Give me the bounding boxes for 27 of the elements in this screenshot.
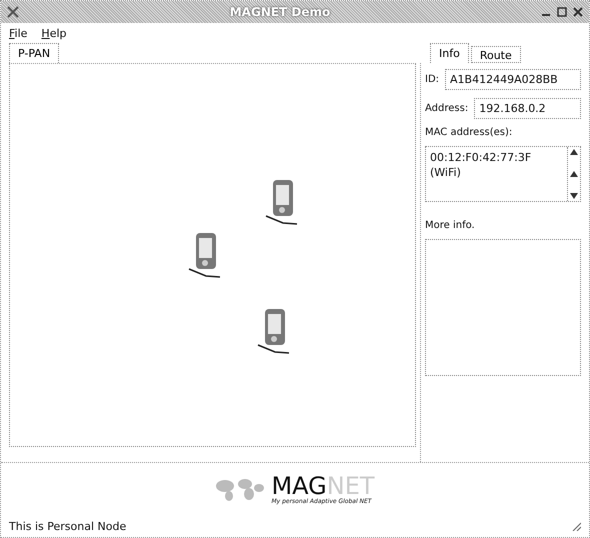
maximize-icon[interactable]	[557, 7, 567, 17]
tab[interactable]: Route	[470, 46, 521, 63]
menu-item[interactable]: Help	[41, 26, 67, 40]
window-title: MAGNET Demo	[230, 5, 330, 19]
handheld-device-icon[interactable]	[257, 308, 292, 354]
id-label: ID:	[425, 74, 440, 85]
tab[interactable]: Info	[430, 43, 469, 63]
address-field[interactable]: 192.168.0.2	[474, 98, 581, 119]
handheld-device-icon[interactable]	[265, 178, 300, 225]
address-label: Address:	[425, 103, 468, 114]
scroll-up-icon[interactable]	[570, 171, 578, 177]
menu-item[interactable]: File	[9, 26, 28, 40]
scroll-down-icon[interactable]	[570, 193, 578, 199]
resize-grip-icon[interactable]	[571, 521, 581, 531]
mac-label: MAC address(es):	[425, 127, 514, 138]
tab[interactable]: P-PAN	[9, 43, 60, 63]
scroll-up-icon[interactable]	[570, 149, 578, 155]
x-logo-icon	[7, 6, 19, 18]
mac-list[interactable]: 00:12:F0:42:77:3F (WiFi)	[425, 146, 581, 202]
handheld-device-icon[interactable]	[188, 232, 222, 278]
world-map-icon	[215, 476, 266, 502]
close-icon[interactable]	[573, 7, 583, 17]
more-info-label: More info.	[425, 220, 476, 231]
status-text: This is Personal Node	[9, 520, 126, 532]
mac-line: (WiFi)	[430, 165, 462, 180]
mac-line: 00:12:F0:42:77:3F	[430, 150, 532, 165]
id-field[interactable]: A1B412449A028BB	[445, 69, 581, 90]
